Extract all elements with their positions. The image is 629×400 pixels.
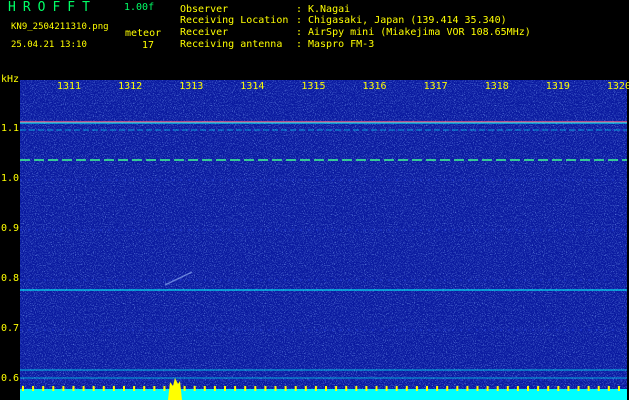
band-tick — [314, 386, 317, 391]
band-tick — [102, 386, 105, 391]
band-tick — [183, 386, 186, 391]
antenna-value: Maspro FM-3 — [308, 39, 375, 50]
location-value: Chigasaki, Japan (139.414 35.340) — [308, 15, 507, 26]
band-tick — [476, 386, 479, 391]
band-tick — [52, 386, 55, 391]
band-tick — [42, 386, 45, 391]
band-tick — [143, 386, 146, 391]
band-tick — [486, 386, 489, 391]
x-tick-label: 1318 — [484, 81, 509, 92]
band-tick — [415, 386, 418, 391]
band-tick — [304, 386, 307, 391]
noise-texture — [20, 80, 627, 400]
band-tick — [557, 386, 560, 391]
band-tick — [325, 386, 327, 391]
antenna-key: Receiving antenna — [180, 39, 283, 50]
band-tick — [375, 386, 378, 391]
y-tick-label: 1.1 — [1, 123, 20, 134]
x-tick-label: 1312 — [118, 81, 143, 92]
location-colon: : — [296, 15, 303, 26]
band-tick — [274, 386, 277, 391]
band-tick — [284, 386, 287, 391]
observer-key: Observer — [180, 4, 229, 15]
band-tick — [567, 386, 570, 391]
band-tick — [506, 386, 509, 391]
band-tick — [62, 386, 65, 391]
version-label: 1.00f — [124, 2, 155, 13]
hrofft-window: HROFFT 1.00f KN9_2504211310.png 25.04.21… — [0, 0, 629, 400]
band-tick — [213, 386, 216, 391]
band-tick — [294, 386, 297, 391]
band-tick — [597, 386, 600, 391]
band-tick — [254, 386, 257, 391]
y-tick-label: 0.7 — [1, 323, 20, 334]
x-tick-label: 1314 — [240, 81, 265, 92]
y-tick-label: 0.9 — [1, 223, 20, 234]
band-tick — [617, 386, 620, 391]
band-tick — [365, 386, 368, 391]
band-tick — [436, 386, 439, 391]
receiver-colon: : — [296, 27, 303, 38]
band-tick — [577, 386, 580, 391]
band-tick — [133, 386, 136, 391]
app-title: HROFFT — [8, 0, 97, 15]
band-tick — [244, 386, 247, 391]
observer-colon: : — [296, 4, 303, 15]
band-tick — [355, 386, 358, 391]
band-tick — [264, 386, 267, 391]
band-tick — [466, 386, 469, 391]
band-tick — [22, 386, 24, 391]
receiver-key: Receiver — [180, 27, 229, 38]
band-tick — [203, 386, 206, 391]
band-tick — [335, 386, 338, 391]
band-tick — [345, 386, 348, 391]
y-tick-label: 0.8 — [1, 273, 20, 284]
x-tick-label: 1316 — [362, 81, 387, 92]
band-tick — [32, 386, 35, 391]
band-tick — [112, 386, 115, 391]
band-tick — [395, 386, 398, 391]
x-tick-label: 1317 — [423, 81, 448, 92]
x-tick-label: 1313 — [179, 81, 204, 92]
band-tick — [496, 386, 499, 391]
receiver-value: AirSpy mini (Miakejima VOR 108.65MHz) — [308, 27, 531, 38]
band-tick — [446, 386, 449, 391]
band-tick — [456, 386, 459, 391]
x-tick-label: 1320 — [606, 81, 629, 92]
band-tick — [405, 386, 408, 391]
band-tick — [547, 386, 550, 391]
band-tick — [123, 386, 125, 391]
spectrogram-plot — [20, 80, 627, 400]
frequency-unit-label: kHz — [1, 74, 20, 85]
y-tick-label: 0.6 — [1, 373, 20, 384]
observer-value: K.Nagai — [308, 4, 351, 15]
meteor-label: meteor — [125, 28, 162, 39]
band-tick — [82, 386, 85, 391]
y-tick-label: 1.0 — [1, 173, 20, 184]
band-tick — [516, 386, 519, 391]
band-tick — [72, 386, 75, 391]
band-tick — [153, 386, 156, 391]
band-tick — [607, 386, 610, 391]
x-tick-label: 1319 — [545, 81, 570, 92]
location-key: Receiving Location — [180, 15, 289, 26]
date-time: 25.04.21 13:10 — [11, 40, 87, 50]
x-tick-label: 1315 — [301, 81, 326, 92]
band-tick — [163, 386, 166, 391]
band-tick — [234, 386, 237, 391]
band-tick — [92, 386, 95, 391]
band-tick — [385, 386, 388, 391]
band-tick — [193, 386, 196, 391]
band-tick — [224, 386, 226, 391]
band-tick — [537, 386, 540, 391]
band-tick — [527, 386, 529, 391]
meteor-count: 17 — [142, 40, 155, 51]
x-tick-label: 1311 — [57, 81, 82, 92]
file-name: KN9_2504211310.png — [11, 22, 109, 32]
band-tick — [426, 386, 428, 391]
antenna-colon: : — [296, 39, 303, 50]
baseline-band — [20, 389, 627, 400]
band-tick — [587, 386, 590, 391]
